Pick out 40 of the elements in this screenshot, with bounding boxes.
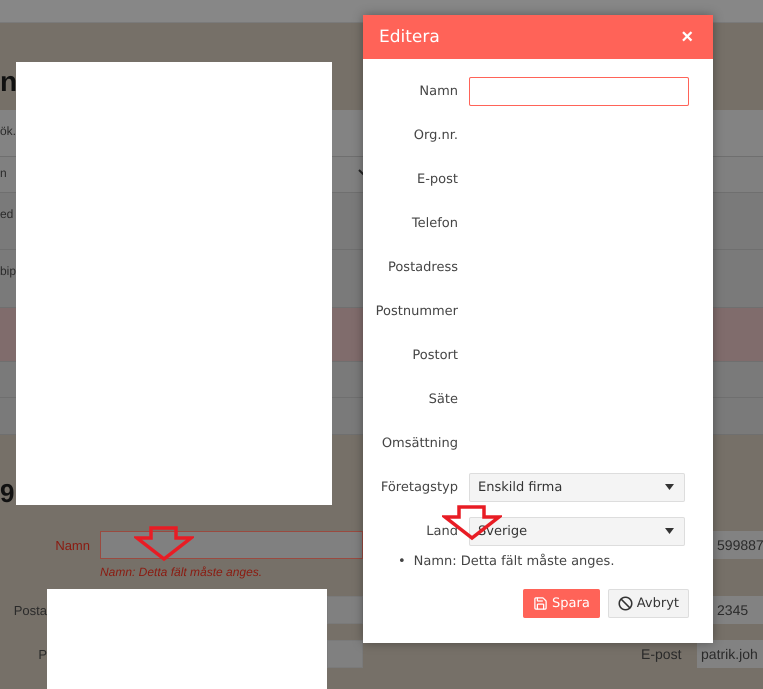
row-text: ed xyxy=(0,207,14,221)
down-arrow-icon xyxy=(134,526,194,562)
field-label: E-post xyxy=(416,172,458,186)
field-label: Posta xyxy=(12,602,47,618)
input-field[interactable]: 599887 xyxy=(713,531,763,559)
cancel-button[interactable]: Avbryt xyxy=(608,589,689,618)
dialog-title: Editera xyxy=(379,27,440,47)
field-label: Namn xyxy=(418,84,458,98)
field-label: Säte xyxy=(428,392,458,406)
ban-icon xyxy=(618,596,633,611)
row-text: bip xyxy=(0,264,16,278)
input-field[interactable] xyxy=(327,640,363,668)
field-label: Org.nr. xyxy=(412,128,458,142)
field-label: Postnummer xyxy=(374,304,458,318)
input-field[interactable]: patrik.joh xyxy=(697,640,763,668)
caret-icon xyxy=(665,528,674,534)
input-field[interactable] xyxy=(469,76,689,106)
error-message: Namn: Detta fält måste anges. xyxy=(100,564,262,581)
select-field[interactable]: Enskild firma xyxy=(469,472,685,502)
search-field[interactable]: ök. xyxy=(0,124,16,138)
field-label: Postadress xyxy=(386,260,458,274)
close-button[interactable]: × xyxy=(681,27,693,47)
field-label: E-post xyxy=(641,646,682,662)
field-label: Omsättning xyxy=(380,436,458,450)
input-field[interactable]: 2345 xyxy=(713,596,763,624)
field-label: P xyxy=(37,646,47,662)
field-label: Telefon xyxy=(410,216,458,230)
field-label: Företagstyp xyxy=(380,480,458,494)
field-label: Postort xyxy=(411,348,458,362)
row-text: n xyxy=(0,166,7,180)
bullet: • xyxy=(398,553,406,571)
field-label: Namn xyxy=(54,538,90,552)
page-heading: n xyxy=(0,65,18,99)
input-field[interactable] xyxy=(100,531,363,559)
section-heading: 9 xyxy=(0,477,14,510)
error-message: Namn: Detta fält måste anges. xyxy=(414,553,614,571)
field-label: Land xyxy=(425,524,458,538)
caret-icon xyxy=(665,484,674,490)
input-field[interactable] xyxy=(327,596,363,624)
save-button[interactable]: Spara xyxy=(523,589,600,618)
